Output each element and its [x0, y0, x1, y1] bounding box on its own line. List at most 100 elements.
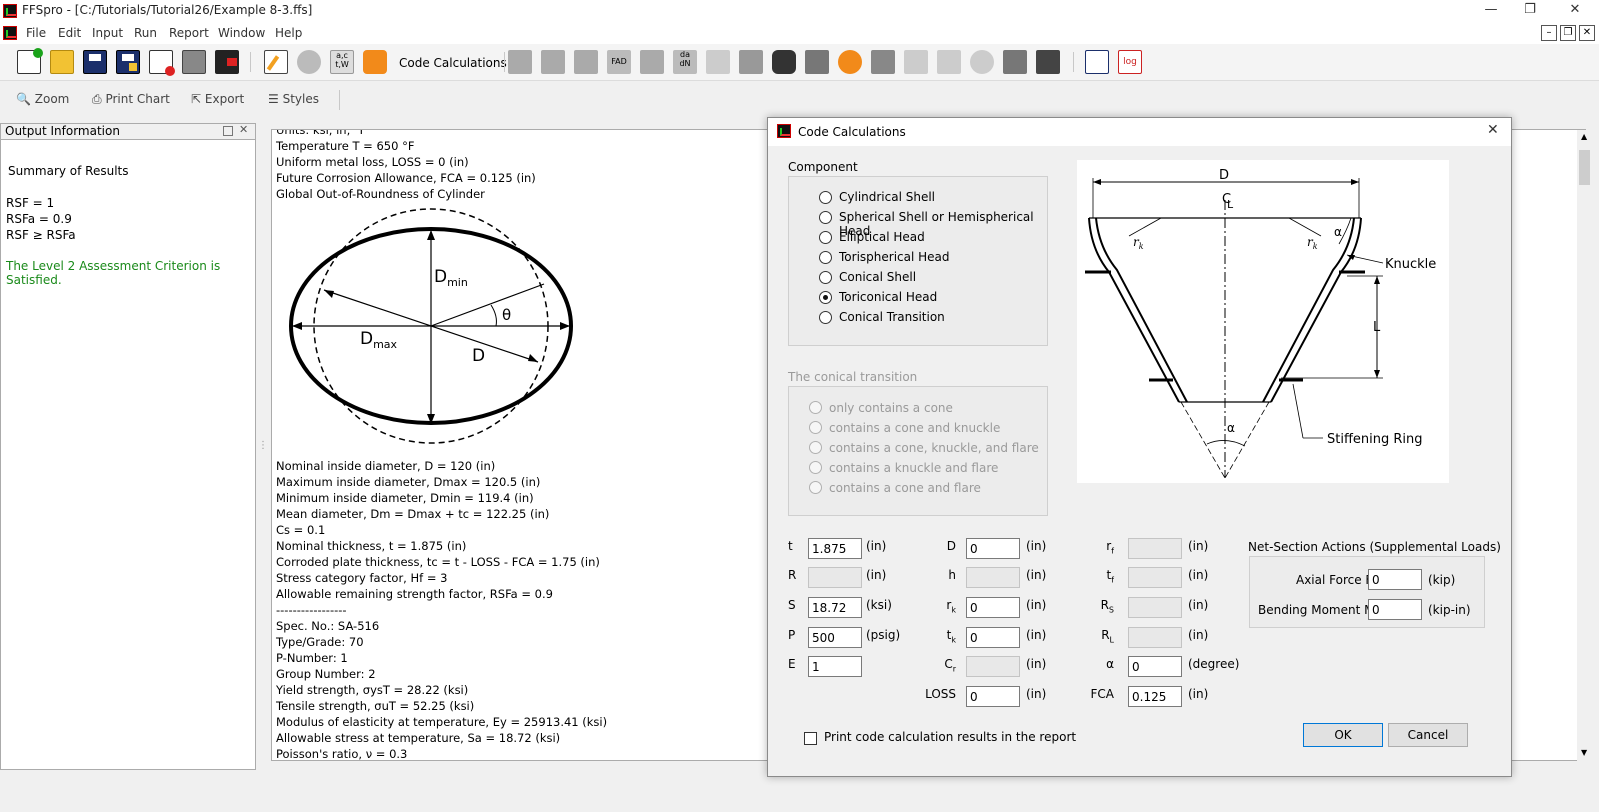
- input-t[interactable]: [808, 538, 862, 559]
- zoom-button[interactable]: 🔍 Zoom: [16, 92, 69, 106]
- out-of-roundness-icon[interactable]: [838, 50, 862, 74]
- bending-moment-input[interactable]: [1368, 599, 1422, 620]
- code-calculations-icon[interactable]: [363, 50, 387, 74]
- fire-damage-icon[interactable]: [970, 50, 994, 74]
- component-radio-5[interactable]: [819, 291, 832, 304]
- input-P[interactable]: [808, 627, 862, 648]
- log-icon[interactable]: log: [1118, 50, 1142, 74]
- menu-edit[interactable]: Edit: [58, 26, 81, 40]
- mdi-restore-icon[interactable]: ❐: [1560, 25, 1576, 41]
- assessment-14-icon[interactable]: [937, 50, 961, 74]
- component-radio-2[interactable]: [819, 231, 832, 244]
- splitter-handle-icon[interactable]: ⋮: [258, 440, 268, 451]
- transition-radio-4[interactable]: [809, 481, 822, 494]
- input-RL[interactable]: [1128, 627, 1182, 648]
- component-label-2[interactable]: Elliptical Head: [839, 230, 925, 244]
- mdi-close-icon[interactable]: ✕: [1579, 25, 1595, 41]
- component-label-5[interactable]: Toriconical Head: [839, 290, 937, 304]
- menu-run[interactable]: Run: [134, 26, 157, 40]
- assessment-10-icon[interactable]: [805, 50, 829, 74]
- edit-input-icon[interactable]: [264, 50, 288, 74]
- transition-label-2: contains a cone, knuckle, and flare: [829, 441, 1039, 455]
- close-file-icon[interactable]: [149, 50, 175, 76]
- assessment-13-icon[interactable]: [904, 50, 928, 74]
- assessment-16-icon[interactable]: [1003, 50, 1027, 74]
- input-E[interactable]: [808, 656, 862, 677]
- scroll-thumb[interactable]: [1579, 150, 1590, 185]
- assessment-12-icon[interactable]: [871, 50, 895, 74]
- new-file-icon[interactable]: [17, 48, 43, 74]
- print-results-checkbox[interactable]: [804, 732, 817, 745]
- input-LOSS[interactable]: [966, 686, 1020, 707]
- assessment-7-icon[interactable]: [706, 50, 730, 74]
- assessment-17-icon[interactable]: [1036, 50, 1060, 74]
- dialog-title-bar: Code Calculations ✕: [768, 118, 1511, 146]
- input-tf[interactable]: [1128, 567, 1182, 588]
- save-icon[interactable]: [83, 50, 107, 74]
- da-dn-icon[interactable]: da dN: [673, 50, 697, 74]
- component-radio-3[interactable]: [819, 251, 832, 264]
- restore-button[interactable]: ❐: [1515, 2, 1545, 20]
- menu-file[interactable]: File: [26, 26, 46, 40]
- component-label-3[interactable]: Torispherical Head: [839, 250, 950, 264]
- input-tk[interactable]: [966, 627, 1020, 648]
- doc-result-line: Nominal inside diameter, D = 120 (in): [276, 459, 496, 473]
- transition-radio-1[interactable]: [809, 421, 822, 434]
- document-scrollbar[interactable]: ▲ ▼: [1577, 130, 1593, 761]
- assessment-5-icon[interactable]: [640, 50, 664, 74]
- float-panel-icon[interactable]: [223, 126, 233, 136]
- input-S[interactable]: [808, 597, 862, 618]
- assessment-2-icon[interactable]: [541, 50, 565, 74]
- component-label-0[interactable]: Cylindrical Shell: [839, 190, 935, 204]
- input-h[interactable]: [966, 567, 1020, 588]
- open-folder-icon[interactable]: [50, 50, 74, 74]
- input-rk[interactable]: [966, 597, 1020, 618]
- fad-icon[interactable]: FAD: [607, 50, 631, 74]
- dialog-close-icon[interactable]: ✕: [1487, 122, 1499, 138]
- print-icon[interactable]: [182, 50, 206, 74]
- transition-radio-0[interactable]: [809, 401, 822, 414]
- print-chart-button[interactable]: ⎙ Print Chart: [92, 92, 170, 107]
- mdi-minimize-icon[interactable]: –: [1541, 25, 1557, 41]
- transition-radio-3[interactable]: [809, 461, 822, 474]
- menu-window[interactable]: Window: [218, 26, 265, 40]
- styles-button[interactable]: ☰ Styles: [268, 92, 319, 106]
- thickness-grid-icon[interactable]: a,c t,W: [330, 50, 354, 74]
- input-RS[interactable]: [1128, 597, 1182, 618]
- menu-help[interactable]: Help: [275, 26, 302, 40]
- settings-gear-icon[interactable]: [297, 50, 321, 74]
- axial-force-input[interactable]: [1368, 569, 1422, 590]
- close-panel-icon[interactable]: ✕: [239, 123, 248, 136]
- unit-rk: (in): [1026, 598, 1047, 612]
- input-rf[interactable]: [1128, 538, 1182, 559]
- input-D[interactable]: [966, 538, 1020, 559]
- scroll-up-icon[interactable]: ▲: [1581, 132, 1587, 141]
- input-FCA[interactable]: [1128, 686, 1182, 707]
- component-radio-6[interactable]: [819, 311, 832, 324]
- save-as-icon[interactable]: [116, 50, 140, 74]
- component-label-6[interactable]: Conical Transition: [839, 310, 945, 324]
- report-icon[interactable]: [1085, 50, 1109, 74]
- minimize-button[interactable]: —: [1476, 2, 1506, 20]
- component-label-4[interactable]: Conical Shell: [839, 270, 916, 284]
- input-Cr[interactable]: [966, 656, 1020, 677]
- assessment-1-icon[interactable]: [508, 50, 532, 74]
- assessment-8-icon[interactable]: [739, 50, 763, 74]
- transition-radio-2[interactable]: [809, 441, 822, 454]
- input-R[interactable]: [808, 567, 862, 588]
- component-radio-4[interactable]: [819, 271, 832, 284]
- component-radio-0[interactable]: [819, 191, 832, 204]
- close-window-button[interactable]: ✕: [1560, 2, 1590, 20]
- export-button[interactable]: ⇱ Export: [191, 92, 244, 106]
- scroll-down-icon[interactable]: ▼: [1581, 748, 1587, 757]
- assessment-3-icon[interactable]: [574, 50, 598, 74]
- ok-button[interactable]: OK: [1303, 723, 1383, 747]
- input-alpha[interactable]: [1128, 656, 1182, 677]
- code-calculations-button[interactable]: Code Calculations: [399, 56, 507, 70]
- cancel-button[interactable]: Cancel: [1388, 723, 1468, 747]
- assessment-9-icon[interactable]: [772, 50, 796, 74]
- exit-icon[interactable]: [215, 50, 239, 74]
- menu-report[interactable]: Report: [169, 26, 209, 40]
- menu-input[interactable]: Input: [92, 26, 123, 40]
- component-radio-1[interactable]: [819, 211, 832, 224]
